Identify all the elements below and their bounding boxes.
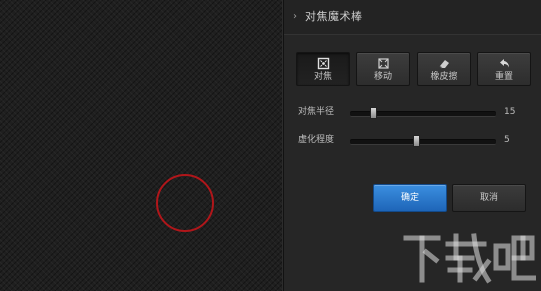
focus-area-circle[interactable] bbox=[156, 174, 214, 232]
focus-radius-slider-row: 对焦半径 15 bbox=[298, 105, 530, 121]
blur-level-slider-row: 虚化程度 5 bbox=[298, 133, 530, 149]
chevron-right-icon: › bbox=[293, 11, 297, 22]
focus-radius-track[interactable] bbox=[350, 107, 496, 119]
eraser-tool-label: 橡皮擦 bbox=[430, 72, 458, 82]
focus-radius-label: 对焦半径 bbox=[298, 107, 335, 117]
eraser-tool-button[interactable]: 橡皮擦 bbox=[417, 52, 471, 86]
reset-tool-label: 重置 bbox=[494, 72, 513, 82]
app-window: › 对焦魔术棒 对焦 移动 橡皮擦 重置 对焦半径 15 虚化程度 5 确定 取… bbox=[0, 0, 541, 291]
blur-level-thumb[interactable] bbox=[412, 135, 420, 147]
reset-tool-button[interactable]: 重置 bbox=[477, 52, 531, 86]
blur-level-track[interactable] bbox=[350, 135, 496, 147]
blur-level-label: 虚化程度 bbox=[298, 135, 335, 145]
confirm-button[interactable]: 确定 bbox=[373, 184, 447, 212]
move-tool-button[interactable]: 移动 bbox=[356, 52, 410, 86]
site-watermark-logo bbox=[400, 228, 537, 286]
focus-radius-value: 15 bbox=[504, 107, 516, 117]
focus-icon bbox=[317, 57, 330, 70]
watermark-logo-icon bbox=[403, 233, 537, 284]
panel-title: 对焦魔术棒 bbox=[305, 10, 363, 23]
tool-buttons: 对焦 移动 橡皮擦 重置 bbox=[296, 52, 532, 86]
panel-header[interactable]: › 对焦魔术棒 bbox=[284, 0, 541, 35]
photo-canvas[interactable] bbox=[0, 0, 282, 291]
blur-level-value: 5 bbox=[504, 135, 510, 145]
focus-tool-button[interactable]: 对焦 bbox=[296, 52, 350, 86]
eraser-icon bbox=[439, 60, 449, 69]
reset-arrow-icon bbox=[500, 59, 509, 68]
move-icon bbox=[378, 58, 389, 69]
move-tool-label: 移动 bbox=[373, 72, 392, 82]
focus-radius-thumb[interactable] bbox=[370, 107, 378, 119]
focus-tool-label: 对焦 bbox=[313, 72, 332, 82]
cancel-button[interactable]: 取消 bbox=[452, 184, 526, 212]
